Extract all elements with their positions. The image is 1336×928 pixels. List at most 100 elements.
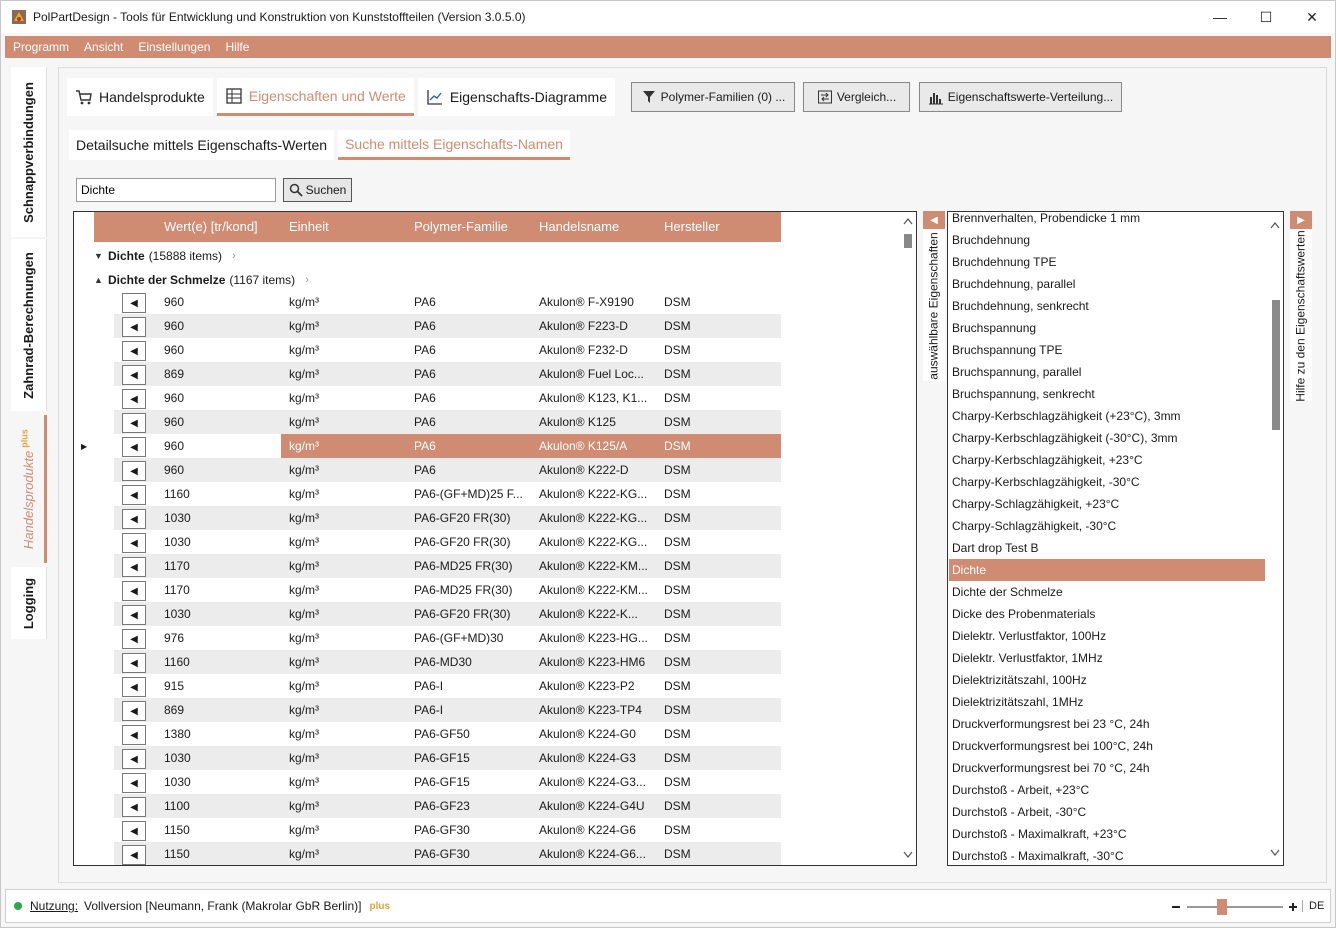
tab-detailsuche[interactable]: Detailsuche mittels Eigenschafts-Werten <box>69 130 335 160</box>
table-row[interactable]: ◀ 1030 kg/m³ PA6-GF15 Akulon® K224-G3 DSM <box>114 746 781 770</box>
property-list-item[interactable]: Charpy-Kerbschlagzähigkeit (-30°C), 3mm <box>949 427 1265 449</box>
property-list-item[interactable]: Dichte <box>949 559 1265 581</box>
insert-left-button[interactable]: ◀ <box>122 773 146 793</box>
collapse-left-icon[interactable]: ◀ <box>923 211 945 229</box>
col-header-handelsname[interactable]: Handelsname <box>539 219 619 234</box>
property-list-item[interactable]: Bruchspannung <box>949 317 1265 339</box>
insert-left-button[interactable]: ◀ <box>122 701 146 721</box>
property-list-item[interactable]: Durchstoß - Maximalkraft, -30°C <box>949 845 1265 865</box>
insert-left-button[interactable]: ◀ <box>122 437 146 457</box>
insert-left-button[interactable]: ◀ <box>122 557 146 577</box>
property-list-item[interactable]: Dielektrizitätszahl, 100Hz <box>949 669 1265 691</box>
tab-namensuche[interactable]: Suche mittels Eigenschafts-Namen <box>338 130 570 160</box>
search-button[interactable]: Suchen <box>283 178 352 202</box>
property-list-item[interactable]: Charpy-Schlagzähigkeit, -30°C <box>949 515 1265 537</box>
table-row[interactable]: ◀ 960 kg/m³ PA6 Akulon® K125 DSM <box>114 410 781 434</box>
table-row[interactable]: ◀ 1150 kg/m³ PA6-GF30 Akulon® K224-G6... DSM <box>114 842 781 865</box>
insert-left-button[interactable]: ◀ <box>122 677 146 697</box>
insert-left-button[interactable]: ◀ <box>122 845 146 865</box>
insert-left-button[interactable]: ◀ <box>122 581 146 601</box>
insert-left-button[interactable]: ◀ <box>122 629 146 649</box>
table-row[interactable]: ◀ 1030 kg/m³ PA6-GF20 FR(30) Akulon® K222-K.… <box>114 602 781 626</box>
insert-left-button[interactable]: ◀ <box>122 341 146 361</box>
property-list-item[interactable]: Bruchdehnung <box>949 229 1265 251</box>
table-row[interactable]: ◀ 960 kg/m³ PA6 Akulon® F-X9190 DSM <box>114 290 781 314</box>
verteilung-button[interactable]: Eigenschaftswerte-Verteilung... <box>919 82 1122 112</box>
table-row[interactable]: ◀ 869 kg/m³ PA6-I Akulon® K223-TP4 DSM <box>114 698 781 722</box>
property-list-item[interactable]: Durchstoß - Arbeit, +23°C <box>949 779 1265 801</box>
table-row[interactable]: ◀ 960 kg/m³ PA6 Akulon® K123, K1... DSM <box>114 386 781 410</box>
table-row[interactable]: ◀ 1170 kg/m³ PA6-MD25 FR(30) Akulon® K222-KM… <box>114 554 781 578</box>
menu-ansicht[interactable]: Ansicht <box>77 40 130 54</box>
vergleich-button[interactable]: Vergleich... <box>803 82 910 112</box>
close-button[interactable]: ✕ <box>1289 1 1335 33</box>
table-row[interactable]: ◀ 1170 kg/m³ PA6-MD25 FR(30) Akulon® K222-KM… <box>114 578 781 602</box>
insert-left-button[interactable]: ◀ <box>122 317 146 337</box>
table-row[interactable]: ◀ 1160 kg/m³ PA6-MD30 Akulon® K223-HM6 DSM <box>114 650 781 674</box>
tab-handelsprodukte[interactable]: Handelsprodukte <box>67 78 213 116</box>
table-row[interactable]: ◀ 869 kg/m³ PA6 Akulon® Fuel Loc... DSM <box>114 362 781 386</box>
property-list-item[interactable]: Charpy-Kerbschlagzähigkeit (+23°C), 3mm <box>949 405 1265 427</box>
col-header-einheit[interactable]: Einheit <box>289 219 329 234</box>
insert-left-button[interactable]: ◀ <box>122 653 146 673</box>
sidetab-logging[interactable]: Logging <box>11 567 47 639</box>
insert-left-button[interactable]: ◀ <box>122 533 146 553</box>
property-list-item[interactable]: Bruchspannung, senkrecht <box>949 383 1265 405</box>
table-row[interactable]: ◀ 960 kg/m³ PA6 Akulon® F232-D DSM <box>114 338 781 362</box>
property-list-item[interactable]: Druckverformungsrest bei 23 °C, 24h <box>949 713 1265 735</box>
property-list-item[interactable]: Dielektr. Verlustfaktor, 1MHz <box>949 647 1265 669</box>
menu-programm[interactable]: Programm <box>6 40 76 54</box>
table-row[interactable]: ◀ 915 kg/m³ PA6-I Akulon® K223-P2 DSM <box>114 674 781 698</box>
search-input[interactable] <box>76 178 276 202</box>
property-list-item[interactable]: Bruchdehnung, parallel <box>949 273 1265 295</box>
property-list-item[interactable]: Brennverhalten, Probendicke 1 mm <box>949 212 1265 229</box>
insert-left-button[interactable]: ◀ <box>122 725 146 745</box>
table-row[interactable]: ◀ 1380 kg/m³ PA6-GF50 Akulon® K224-G0 DSM <box>114 722 781 746</box>
tab-diagramme[interactable]: Eigenschafts-Diagramme <box>417 78 615 116</box>
property-list-item[interactable]: Bruchspannung, parallel <box>949 361 1265 383</box>
insert-left-button[interactable]: ◀ <box>122 797 146 817</box>
property-list-item[interactable]: Dichte der Schmelze <box>949 581 1265 603</box>
insert-left-button[interactable]: ◀ <box>122 821 146 841</box>
property-list-item[interactable]: Durchstoß - Maximalkraft, +23°C <box>949 823 1265 845</box>
menu-einstellungen[interactable]: Einstellungen <box>131 40 217 54</box>
property-list-item[interactable]: Durchstoß - Arbeit, -30°C <box>949 801 1265 823</box>
insert-left-button[interactable]: ◀ <box>122 293 146 313</box>
group-row-dichte-schmelze[interactable]: ▲ Dichte der Schmelze (1167 items) › <box>94 268 309 292</box>
table-row[interactable]: ◀ 1030 kg/m³ PA6-GF20 FR(30) Akulon® K222-KG… <box>114 530 781 554</box>
table-row[interactable]: ◀ 960 kg/m³ PA6 Akulon® K125/A DSM <box>114 434 781 458</box>
property-list-item[interactable]: Bruchspannung TPE <box>949 339 1265 361</box>
property-list-item[interactable]: Charpy-Schlagzähigkeit, +23°C <box>949 493 1265 515</box>
menu-hilfe[interactable]: Hilfe <box>218 40 256 54</box>
sidetab-handelsprodukte[interactable]: Handelsprodukte plus <box>11 415 47 563</box>
grid-scroll-thumb[interactable] <box>904 234 912 248</box>
insert-left-button[interactable]: ◀ <box>122 509 146 529</box>
grid-scrollbar[interactable] <box>902 214 914 864</box>
insert-left-button[interactable]: ◀ <box>122 365 146 385</box>
insert-left-button[interactable]: ◀ <box>122 461 146 481</box>
property-scrollbar[interactable] <box>1267 212 1283 865</box>
maximize-button[interactable]: ☐ <box>1243 1 1289 33</box>
property-list-item[interactable]: Dart drop Test B <box>949 537 1265 559</box>
table-row[interactable]: ◀ 976 kg/m³ PA6-(GF+MD)30 Akulon® K223-HG...… <box>114 626 781 650</box>
insert-left-button[interactable]: ◀ <box>122 749 146 769</box>
table-row[interactable]: ◀ 1160 kg/m³ PA6-(GF+MD)25 F... Akulon® K222… <box>114 482 781 506</box>
property-list-item[interactable]: Charpy-Kerbschlagzähigkeit, -30°C <box>949 471 1265 493</box>
polymer-familien-button[interactable]: Polymer-Familien (0) ... <box>631 82 795 112</box>
property-list-item[interactable]: Charpy-Kerbschlagzähigkeit, +23°C <box>949 449 1265 471</box>
insert-left-button[interactable]: ◀ <box>122 605 146 625</box>
table-row[interactable]: ◀ 1150 kg/m³ PA6-GF30 Akulon® K224-G6 DSM <box>114 818 781 842</box>
nutzung-link[interactable]: Nutzung: <box>30 899 78 913</box>
property-list-item[interactable]: Dielektrizitätszahl, 1MHz <box>949 691 1265 713</box>
language-indicator[interactable]: DE <box>1302 900 1324 912</box>
property-list-item[interactable]: Bruchdehnung TPE <box>949 251 1265 273</box>
tab-eigenschaften[interactable]: Eigenschaften und Werte <box>216 78 414 116</box>
table-row[interactable]: ◀ 960 kg/m³ PA6 Akulon® K222-D DSM <box>114 458 781 482</box>
col-header-wert[interactable]: Wert(e) [tr/kond] <box>164 219 258 234</box>
property-list-item[interactable]: Dicke des Probenmaterials <box>949 603 1265 625</box>
col-header-hersteller[interactable]: Hersteller <box>664 219 720 234</box>
sidetab-schnappverbindungen[interactable]: Schnappverbindungen <box>11 67 47 237</box>
group-row-dichte[interactable]: ▼ Dichte (15888 items) › <box>94 244 236 268</box>
insert-left-button[interactable]: ◀ <box>122 389 146 409</box>
table-row[interactable]: ◀ 1100 kg/m³ PA6-GF23 Akulon® K224-G4U DSM <box>114 794 781 818</box>
